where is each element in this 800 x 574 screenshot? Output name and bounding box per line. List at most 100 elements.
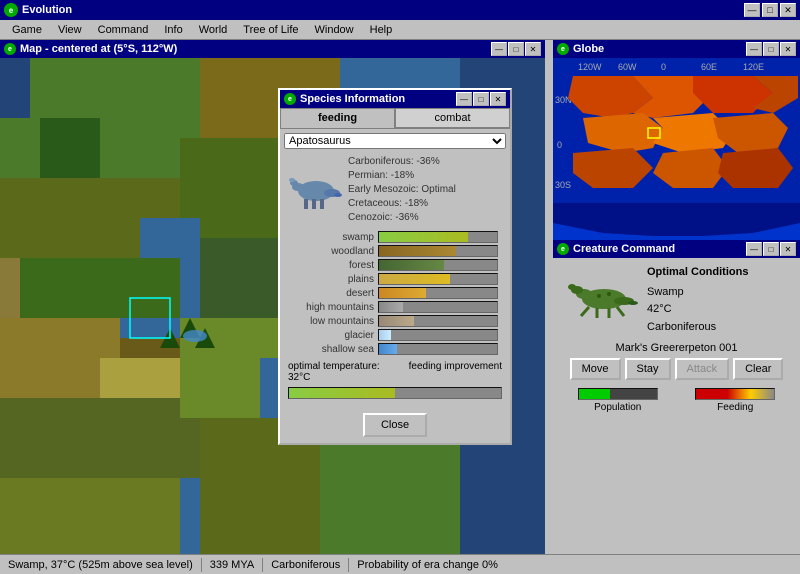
minimize-button[interactable]: — [744,3,760,17]
menu-command[interactable]: Command [90,22,157,38]
creature-close[interactable]: ✕ [780,242,796,256]
population-bar [578,388,658,400]
optimal-temp: 32°C [288,372,380,383]
creature-conditions: Optimal Conditions Swamp 42°C Carbonifer… [647,264,748,336]
creature-action-buttons: Move Stay Attack Clear [559,358,794,380]
habitat-row-desert: desert [284,287,506,299]
population-bar-fill [579,389,610,399]
habitat-row-woodland: woodland [284,245,506,257]
creature-minimize[interactable]: — [746,242,762,256]
close-button[interactable]: ✕ [780,3,796,17]
condition-biome: Swamp [647,284,748,302]
map-maximize[interactable]: □ [508,42,524,56]
menu-bar: Game View Command Info World Tree of Lif… [0,20,800,40]
habitat-bar-desert [378,287,498,299]
feeding-indicator: Feeding [695,388,775,413]
habitat-bar-swamp [378,231,498,243]
creature-name: Mark's Greererpeton 001 [559,342,794,354]
menu-game[interactable]: Game [4,22,50,38]
menu-world[interactable]: World [191,22,236,38]
species-select[interactable]: Apatosaurus [284,133,506,149]
habitat-label-woodland: woodland [284,246,374,257]
stay-button[interactable]: Stay [625,358,671,380]
habitat-bar-high-mountains [378,301,498,313]
creature-content: Optimal Conditions Swamp 42°C Carbonifer… [553,258,800,510]
tab-feeding[interactable]: feeding [280,108,395,128]
menu-help[interactable]: Help [362,22,401,38]
habitat-label-glacier: glacier [284,330,374,341]
improvement-bar-fill [289,388,395,398]
habitat-bar-shallow-sea [378,343,498,355]
status-terrain: Swamp, 37°C (525m above sea level) [0,558,202,572]
globe-window: e Globe — □ ✕ 120W 60W 0 60E 120E 30N 0 [553,40,800,240]
creature-command-window: e Creature Command — □ ✕ [553,240,800,510]
habitat-bar-plains [378,273,498,285]
globe-maximize[interactable]: □ [763,42,779,56]
habitat-label-swamp: swamp [284,232,374,243]
habitat-row-forest: forest [284,259,506,271]
clear-button[interactable]: Clear [733,358,783,380]
app-title-bar: e Evolution — □ ✕ [0,0,800,20]
tab-combat[interactable]: combat [395,108,510,128]
species-tabs: feeding combat [280,108,510,129]
creature-title-bar: e Creature Command — □ ✕ [553,240,800,258]
species-window-title: Species Information [300,93,405,105]
attack-button[interactable]: Attack [675,358,730,380]
status-era: Carboniferous [263,558,349,572]
menu-window[interactable]: Window [307,22,362,38]
habitat-bar-glacier [378,329,498,341]
conditions-title: Optimal Conditions [647,264,748,282]
creature-window-title: Creature Command [573,243,675,255]
globe-window-icon: e [557,43,569,55]
map-minimize[interactable]: — [491,42,507,56]
map-title: Map - centered at (5°S, 112°W) [20,43,177,55]
globe-svg: 120W 60W 0 60E 120E 30N 0 30S 60S [553,58,800,240]
feeding-bar-fill [696,389,774,399]
temp-label: optimal temperature: [288,361,380,372]
habitat-label-high-mountains: high mountains [284,302,374,313]
globe-close[interactable]: ✕ [780,42,796,56]
menu-view[interactable]: View [50,22,90,38]
population-indicator: Population [578,388,658,413]
creature-maximize[interactable]: □ [763,242,779,256]
status-probability: Probability of era change 0% [349,558,506,572]
app-icon: e [4,3,18,17]
improvement-label: feeding improvement [409,361,502,383]
habitat-bar-low-mountains [378,315,498,327]
species-maximize[interactable]: □ [473,92,489,106]
map-close[interactable]: ✕ [525,42,541,56]
svg-text:120E: 120E [743,62,764,72]
svg-text:0: 0 [661,62,666,72]
habitat-label-low-mountains: low mountains [284,316,374,327]
species-close[interactable]: ✕ [490,92,506,106]
habitat-row-swamp: swamp [284,231,506,243]
globe-title-bar: e Globe — □ ✕ [553,40,800,58]
globe-minimize[interactable]: — [746,42,762,56]
svg-text:60W: 60W [618,62,637,72]
habitat-row-glacier: glacier [284,329,506,341]
habitat-label-shallow-sea: shallow sea [284,344,374,355]
maximize-button[interactable]: □ [762,3,778,17]
improvement-bar-container [288,387,502,399]
globe-title: Globe [573,43,604,55]
species-minimize[interactable]: — [456,92,472,106]
app-title: Evolution [22,4,72,16]
menu-tree-of-life[interactable]: Tree of Life [235,22,306,38]
species-info-area: Carboniferous: -36% Permian: -18% Early … [284,155,506,225]
habitat-label-forest: forest [284,260,374,271]
svg-text:120W: 120W [578,62,602,72]
menu-info[interactable]: Info [156,22,190,38]
species-content: Apatosaurus [280,129,510,407]
feeding-label: Feeding [717,402,753,413]
habitat-row-plains: plains [284,273,506,285]
habitat-label-desert: desert [284,288,374,299]
species-close-button[interactable]: Close [363,413,427,437]
temperature-section: optimal temperature: 32°C feeding improv… [284,359,506,385]
close-button-container: Close [280,407,510,443]
move-button[interactable]: Move [570,358,621,380]
habitat-bar-woodland [378,245,498,257]
habitat-row-low-mountains: low mountains [284,315,506,327]
population-label: Population [594,402,641,413]
map-window-icon: e [4,43,16,55]
species-title-bar: e Species Information — □ ✕ [280,90,510,108]
